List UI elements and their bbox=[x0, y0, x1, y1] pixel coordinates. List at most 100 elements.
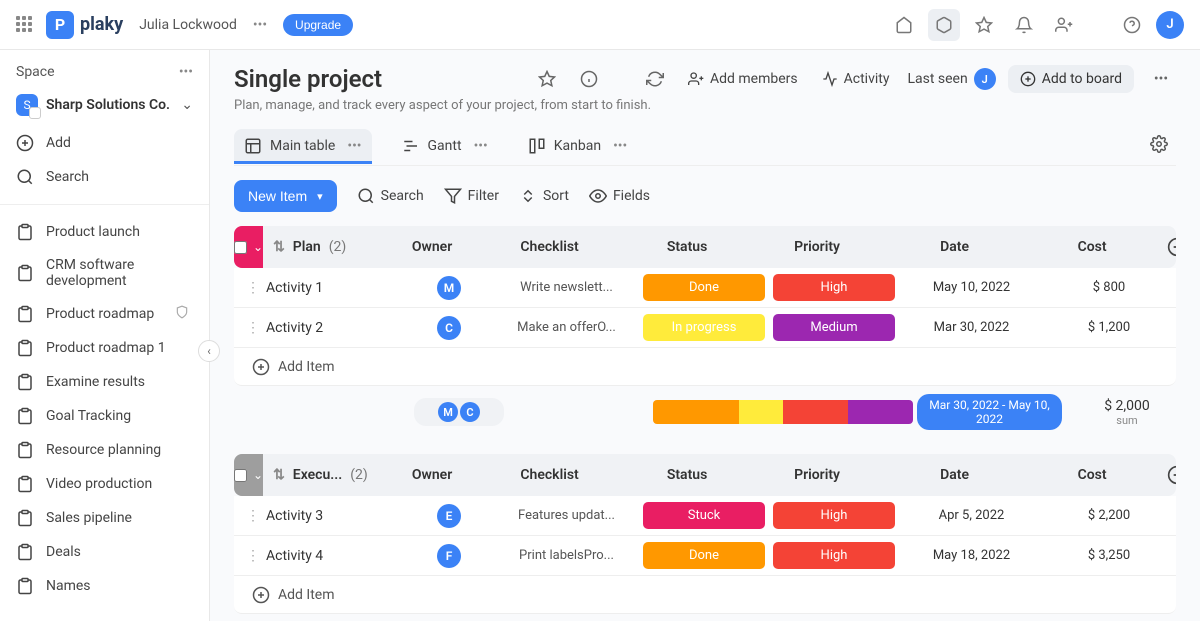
sort-tool[interactable]: Sort bbox=[519, 187, 569, 205]
add-item-row[interactable]: Add Item bbox=[234, 348, 1176, 386]
sidebar-item[interactable]: Product roadmap bbox=[0, 297, 205, 331]
row-cost[interactable]: $ 2,200 bbox=[1044, 508, 1174, 523]
tab-main-table[interactable]: Main table ••• bbox=[234, 129, 372, 163]
row-priority[interactable]: High bbox=[769, 542, 899, 569]
sort-icon[interactable]: ⇅ bbox=[273, 239, 285, 255]
new-item-button[interactable]: New Item ▾ bbox=[234, 180, 337, 212]
sidebar-item[interactable]: Product launch bbox=[0, 215, 205, 249]
group-name[interactable]: Execu... bbox=[293, 467, 342, 483]
row-status[interactable]: Stuck bbox=[639, 502, 769, 529]
tab-gantt[interactable]: Gantt ••• bbox=[392, 129, 498, 163]
row-cost[interactable]: $ 800 bbox=[1044, 280, 1174, 295]
group-collapse-icon[interactable]: ⌄ bbox=[253, 240, 263, 254]
sort-icon[interactable]: ⇅ bbox=[273, 467, 285, 483]
cube-icon[interactable] bbox=[928, 9, 960, 41]
sidebar-item[interactable]: Sales pipeline bbox=[0, 501, 205, 535]
row-date[interactable]: May 18, 2022 bbox=[899, 548, 1044, 563]
add-members-button[interactable]: Add members bbox=[682, 67, 804, 91]
drag-handle-icon[interactable]: ⋮ bbox=[246, 548, 260, 564]
bell-icon[interactable] bbox=[1008, 9, 1040, 41]
group-accent[interactable]: ⌄ bbox=[234, 226, 263, 268]
add-to-board-button[interactable]: Add to board bbox=[1008, 65, 1134, 93]
column-checklist[interactable]: Checklist bbox=[477, 467, 622, 483]
row-priority[interactable]: Medium bbox=[769, 314, 899, 341]
row-checklist[interactable]: Write newslett... bbox=[494, 280, 639, 295]
column-date[interactable]: Date bbox=[882, 467, 1027, 483]
row-date[interactable]: Apr 5, 2022 bbox=[899, 508, 1044, 523]
activity-button[interactable]: Activity bbox=[816, 67, 896, 91]
summary-owners[interactable]: MC bbox=[414, 398, 504, 426]
info-icon[interactable] bbox=[574, 64, 604, 94]
table-row[interactable]: ⋮ Activity 4 F Print labelsPro... Done H… bbox=[234, 536, 1176, 576]
column-cost[interactable]: Cost bbox=[1027, 239, 1157, 255]
row-name[interactable]: Activity 1 bbox=[260, 280, 404, 296]
drag-handle-icon[interactable]: ⋮ bbox=[246, 280, 260, 296]
row-priority[interactable]: High bbox=[769, 274, 899, 301]
column-priority[interactable]: Priority bbox=[752, 467, 882, 483]
logo[interactable]: P plaky bbox=[46, 11, 123, 39]
project-menu-dots[interactable]: ••• bbox=[1146, 64, 1176, 94]
row-checklist[interactable]: Features updat... bbox=[494, 508, 639, 523]
row-cost[interactable]: $ 3,250 bbox=[1044, 548, 1174, 563]
drag-handle-icon[interactable]: ⋮ bbox=[246, 508, 260, 524]
row-owner[interactable]: F bbox=[404, 544, 494, 568]
row-cost[interactable]: $ 1,200 bbox=[1044, 320, 1174, 335]
sidebar-item[interactable]: Goal Tracking bbox=[0, 399, 205, 433]
space-menu-dots[interactable]: ••• bbox=[179, 64, 193, 80]
row-owner[interactable]: M bbox=[404, 276, 494, 300]
apps-grid-icon[interactable] bbox=[16, 16, 34, 34]
fields-tool[interactable]: Fields bbox=[589, 187, 650, 205]
upgrade-button[interactable]: Upgrade bbox=[283, 14, 353, 36]
column-cost[interactable]: Cost bbox=[1027, 467, 1157, 483]
row-date[interactable]: Mar 30, 2022 bbox=[899, 320, 1044, 335]
add-user-icon[interactable] bbox=[1048, 9, 1080, 41]
space-selector[interactable]: S Sharp Solutions Co. ⌄ bbox=[0, 88, 209, 126]
table-row[interactable]: ⋮ Activity 2 C Make an offerO... In prog… bbox=[234, 308, 1176, 348]
collapse-sidebar-button[interactable]: ‹ bbox=[198, 340, 220, 362]
row-priority[interactable]: High bbox=[769, 502, 899, 529]
sidebar-item[interactable]: Video production bbox=[0, 467, 205, 501]
column-checklist[interactable]: Checklist bbox=[477, 239, 622, 255]
tab-main-dots[interactable]: ••• bbox=[347, 138, 361, 154]
tab-gantt-dots[interactable]: ••• bbox=[474, 138, 488, 154]
sidebar-item[interactable]: CRM software development bbox=[0, 249, 205, 297]
row-checklist[interactable]: Make an offerO... bbox=[494, 320, 639, 335]
user-avatar[interactable]: J bbox=[1156, 11, 1184, 39]
sidebar-item[interactable]: Deals bbox=[0, 535, 205, 569]
column-status[interactable]: Status bbox=[622, 467, 752, 483]
row-name[interactable]: Activity 4 bbox=[260, 548, 404, 564]
group-select-checkbox[interactable] bbox=[234, 469, 247, 482]
sidebar-item[interactable]: Examine results bbox=[0, 365, 205, 399]
row-owner[interactable]: C bbox=[404, 316, 494, 340]
column-owner[interactable]: Owner bbox=[387, 467, 477, 483]
help-icon[interactable] bbox=[1116, 9, 1148, 41]
row-checklist[interactable]: Print labelsPro... bbox=[494, 548, 639, 563]
user-menu-dots[interactable]: ••• bbox=[249, 13, 271, 37]
add-column-button[interactable] bbox=[1157, 465, 1176, 485]
filter-tool[interactable]: Filter bbox=[444, 187, 499, 205]
add-column-button[interactable] bbox=[1157, 237, 1176, 257]
search-tool[interactable]: Search bbox=[357, 187, 424, 205]
last-seen[interactable]: Last seen J bbox=[907, 68, 995, 90]
sidebar-search[interactable]: Search bbox=[0, 160, 209, 194]
group-accent[interactable]: ⌄ bbox=[234, 454, 263, 496]
column-priority[interactable]: Priority bbox=[752, 239, 882, 255]
star-outline-icon[interactable] bbox=[532, 64, 562, 94]
refresh-icon[interactable] bbox=[640, 64, 670, 94]
row-date[interactable]: May 10, 2022 bbox=[899, 280, 1044, 295]
row-status[interactable]: In progress bbox=[639, 314, 769, 341]
add-item-row[interactable]: Add Item bbox=[234, 576, 1176, 614]
row-name[interactable]: Activity 2 bbox=[260, 320, 404, 336]
group-select-checkbox[interactable] bbox=[234, 241, 247, 254]
sidebar-item[interactable]: Resource planning bbox=[0, 433, 205, 467]
star-icon[interactable] bbox=[968, 9, 1000, 41]
summary-menu-icon[interactable]: ⋮ bbox=[1192, 404, 1200, 420]
row-status[interactable]: Done bbox=[639, 274, 769, 301]
row-owner[interactable]: E bbox=[404, 504, 494, 528]
table-row[interactable]: ⋮ Activity 3 E Features updat... Stuck H… bbox=[234, 496, 1176, 536]
sidebar-item[interactable]: Product roadmap 1 bbox=[0, 331, 205, 365]
gear-icon[interactable] bbox=[1142, 127, 1176, 165]
column-owner[interactable]: Owner bbox=[387, 239, 477, 255]
row-name[interactable]: Activity 3 bbox=[260, 508, 404, 524]
column-status[interactable]: Status bbox=[622, 239, 752, 255]
